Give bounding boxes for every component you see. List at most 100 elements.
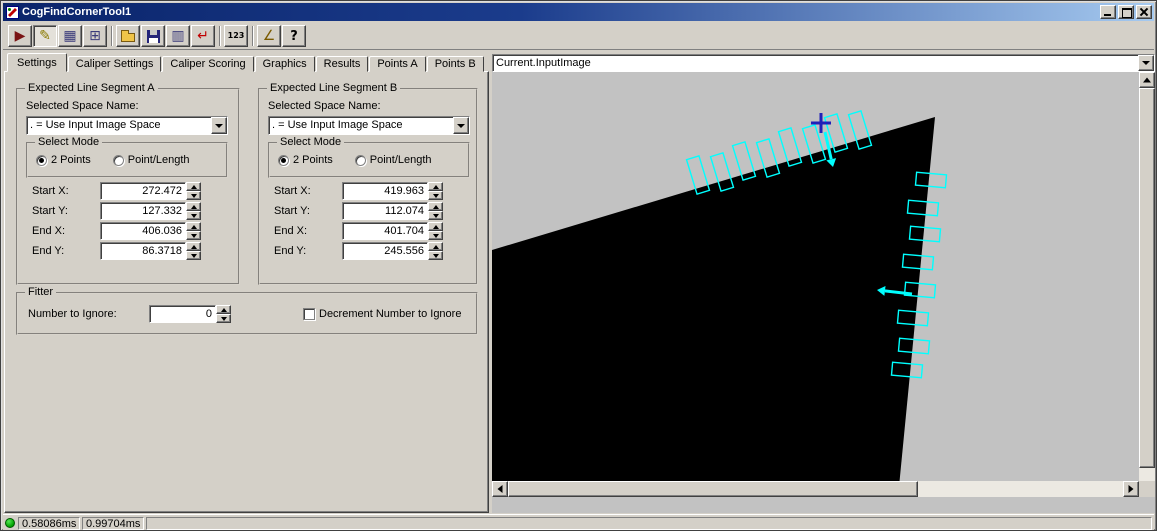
mode-2points-radio-b[interactable]: 2 Points [278, 154, 333, 166]
chevron-down-icon [457, 124, 465, 128]
spin-up-button[interactable] [186, 242, 201, 251]
tab-settings[interactable]: Settings [7, 53, 67, 72]
scroll-right-button[interactable] [1123, 481, 1139, 497]
space-name-label-a: Selected Space Name: [26, 100, 139, 112]
spin-down-button[interactable] [428, 211, 443, 220]
close-button[interactable] [1136, 5, 1152, 19]
image-controls-button[interactable]: ▦ [58, 25, 82, 47]
start-x-input-b[interactable] [342, 182, 428, 200]
scene-svg[interactable] [492, 72, 1139, 497]
mode-point-length-radio-b[interactable]: Point/Length [355, 154, 432, 166]
tab-caliper-scoring[interactable]: Caliper Scoring [162, 56, 253, 72]
vertical-scrollbar[interactable] [1139, 72, 1155, 497]
total-time-cell: 0.99704ms [82, 517, 144, 530]
chevron-down-icon [1142, 61, 1150, 65]
end-x-input-b[interactable] [342, 222, 428, 240]
angle-tool-button[interactable]: ∠ [257, 25, 281, 47]
spin-down-button[interactable] [186, 191, 201, 200]
horizontal-scroll-thumb[interactable] [508, 481, 918, 497]
radio-label: 2 Points [51, 154, 91, 166]
spin-down-button[interactable] [186, 231, 201, 240]
start-y-input-a[interactable] [100, 202, 186, 220]
spin-up-button[interactable] [186, 222, 201, 231]
number-to-ignore-input[interactable] [149, 305, 216, 323]
spinner [186, 222, 201, 240]
spin-down-button[interactable] [216, 314, 231, 323]
float-window-icon: ⊞ [89, 29, 101, 43]
select-mode-title-b: Select Mode [277, 136, 344, 148]
spin-down-button[interactable] [428, 231, 443, 240]
run-button[interactable]: ▶ [8, 25, 32, 47]
spin-up-button[interactable] [216, 305, 231, 314]
spin-up-button[interactable] [428, 242, 443, 251]
scroll-left-button[interactable] [492, 481, 508, 497]
status-message-cell [146, 517, 1152, 530]
run-icon: ▶ [15, 29, 26, 43]
end-y-row-b: End Y: [260, 242, 476, 260]
end-y-input-b[interactable] [342, 242, 428, 260]
field-label: End X: [32, 225, 100, 237]
toolbar-separator [111, 26, 113, 46]
dropdown-button[interactable] [211, 117, 227, 134]
checkbox-label: Decrement Number to Ignore [319, 308, 461, 320]
electric-pencil-button[interactable]: ✎ [33, 25, 57, 47]
start-y-row-b: Start Y: [260, 202, 476, 220]
tab-caliper-settings[interactable]: Caliper Settings [68, 56, 162, 72]
space-name-combo-b[interactable]: . = Use Input Image Space [268, 116, 470, 135]
spin-down-button[interactable] [186, 251, 201, 260]
spin-up-button[interactable] [186, 202, 201, 211]
numeric-display-button[interactable]: 123 [224, 25, 248, 47]
start-y-row-a: Start Y: [18, 202, 238, 220]
dropdown-button[interactable] [1138, 55, 1154, 71]
image-selector-combo[interactable]: Current.InputImage [492, 54, 1155, 72]
spin-down-button[interactable] [428, 191, 443, 200]
save-image-button[interactable]: ▥ [166, 25, 190, 47]
vertical-scroll-thumb[interactable] [1139, 88, 1155, 468]
field-label: Start X: [274, 185, 342, 197]
scroll-up-button[interactable] [1139, 72, 1155, 88]
tab-points-a[interactable]: Points A [369, 56, 425, 72]
maximize-button[interactable] [1118, 5, 1134, 19]
start-x-row-b: Start X: [260, 182, 476, 200]
numeric-display-icon: 123 [228, 32, 245, 40]
save-button[interactable] [141, 25, 165, 47]
tab-graphics[interactable]: Graphics [255, 56, 315, 72]
import-image-button[interactable]: ↵ [191, 25, 215, 47]
spin-up-button[interactable] [186, 182, 201, 191]
minimize-button[interactable] [1100, 5, 1116, 19]
title-bar: CogFindCornerTool1 [3, 3, 1154, 21]
window-icon [5, 5, 19, 19]
segment-b-fields: Start X: Start Y: End X: End Y: [260, 182, 476, 260]
start-y-input-b[interactable] [342, 202, 428, 220]
field-label: End X: [274, 225, 342, 237]
spin-down-button[interactable] [186, 211, 201, 220]
fitter-group-title: Fitter [25, 286, 56, 298]
save-icon [147, 30, 160, 43]
mode-point-length-radio-a[interactable]: Point/Length [113, 154, 190, 166]
dropdown-button[interactable] [453, 117, 469, 134]
spin-up-button[interactable] [428, 182, 443, 191]
segment-a-group-title: Expected Line Segment A [25, 82, 158, 94]
window-title: CogFindCornerTool1 [22, 6, 1100, 18]
select-mode-group-a: Select Mode 2 Points Point/Length [26, 142, 228, 178]
tab-points-b[interactable]: Points B [427, 56, 484, 72]
float-window-button[interactable]: ⊞ [83, 25, 107, 47]
spin-down-button[interactable] [428, 251, 443, 260]
status-bar: 0.58086ms 0.99704ms [3, 514, 1154, 530]
spin-up-button[interactable] [428, 222, 443, 231]
end-x-input-a[interactable] [100, 222, 186, 240]
decrement-checkbox[interactable]: Decrement Number to Ignore [303, 308, 461, 320]
spin-up-button[interactable] [428, 202, 443, 211]
mode-2points-radio-a[interactable]: 2 Points [36, 154, 91, 166]
space-name-combo-a[interactable]: . = Use Input Image Space [26, 116, 228, 135]
horizontal-scrollbar[interactable] [492, 481, 1139, 497]
open-button[interactable] [116, 25, 140, 47]
end-y-input-a[interactable] [100, 242, 186, 260]
tab-results[interactable]: Results [316, 56, 369, 72]
image-display[interactable] [492, 72, 1139, 497]
radio-label: 2 Points [293, 154, 333, 166]
end-x-row-a: End X: [18, 222, 238, 240]
start-x-input-a[interactable] [100, 182, 186, 200]
help-button[interactable]: ? [282, 25, 306, 47]
field-label: End Y: [274, 245, 342, 257]
